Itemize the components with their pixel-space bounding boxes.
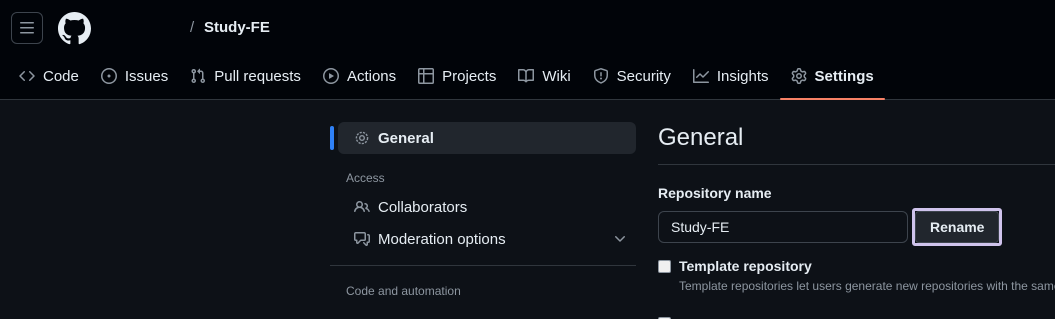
template-repo-note: Template repositories let users generate…	[679, 279, 1055, 293]
tab-label: Actions	[346, 67, 397, 85]
repo-tabs: Code Issues Pull requests Actions Projec…	[8, 60, 885, 100]
settings-main: General Repository name Rename Template …	[658, 124, 1055, 319]
code-icon	[19, 70, 35, 82]
tab-issues[interactable]: Issues	[90, 60, 179, 92]
rename-button[interactable]: Rename	[915, 211, 1000, 243]
sidebar-item-label: Collaborators	[378, 198, 468, 216]
issue-opened-icon	[100, 68, 117, 84]
sidebar-item-label: Moderation options	[378, 230, 506, 248]
breadcrumb-repo-link[interactable]: Study-FE	[204, 19, 270, 36]
tab-projects[interactable]: Projects	[407, 60, 507, 92]
play-icon	[322, 68, 339, 84]
table-icon	[418, 68, 435, 84]
tab-actions[interactable]: Actions	[312, 60, 407, 92]
repo-name-input[interactable]	[658, 211, 908, 243]
tab-code[interactable]: Code	[8, 60, 90, 92]
tab-label: Security	[616, 67, 671, 85]
sidebar-heading-access: Access	[346, 171, 385, 185]
tab-label: Wiki	[542, 67, 571, 85]
sidebar-divider	[330, 265, 636, 266]
repo-name-label: Repository name	[658, 185, 772, 201]
sidebar-item-label: General	[378, 129, 434, 147]
chevron-down-icon	[615, 236, 625, 242]
sidebar-heading-code-automation: Code and automation	[346, 284, 461, 298]
rename-highlight: Rename	[912, 208, 1003, 246]
template-repo-label: Template repository	[679, 258, 812, 274]
page-title: General	[658, 124, 1055, 165]
tab-settings[interactable]: Settings	[779, 60, 885, 100]
tab-label: Projects	[442, 67, 497, 85]
gear-icon	[791, 68, 806, 84]
hamburger-icon	[20, 22, 34, 34]
template-repo-row: Template repository	[658, 258, 1055, 274]
menu-button[interactable]	[11, 12, 43, 44]
tab-label: Pull requests	[214, 67, 301, 85]
sidebar-item-moderation[interactable]: Moderation options	[338, 223, 636, 255]
tab-pull-requests[interactable]: Pull requests	[179, 60, 312, 92]
tab-wiki[interactable]: Wiki	[507, 60, 581, 92]
tab-label: Code	[43, 67, 79, 85]
tab-label: Issues	[124, 67, 169, 85]
sidebar-item-collaborators[interactable]: Collaborators	[338, 191, 636, 223]
shield-icon	[593, 68, 608, 84]
sidebar-item-general[interactable]: General	[330, 122, 636, 154]
app-header: / Study-FE Code Issues Pull requests Act…	[0, 0, 1055, 100]
tab-insights[interactable]: Insights	[682, 60, 780, 92]
comment-discussion-icon	[354, 232, 370, 246]
repo-name-row: Rename	[658, 208, 1055, 246]
settings-sidebar: General Access Collaborators Moderation …	[330, 122, 636, 304]
tab-security[interactable]: Security	[582, 60, 682, 92]
book-icon	[518, 68, 535, 83]
breadcrumb-separator: /	[190, 19, 195, 36]
git-pull-request-icon	[191, 68, 206, 84]
graph-icon	[692, 69, 709, 83]
github-logo-icon[interactable]	[58, 12, 91, 45]
people-icon	[354, 200, 370, 213]
tab-label: Settings	[814, 67, 874, 85]
tab-label: Insights	[716, 67, 769, 85]
gear-icon	[355, 131, 369, 145]
template-repo-checkbox[interactable]	[658, 259, 671, 273]
